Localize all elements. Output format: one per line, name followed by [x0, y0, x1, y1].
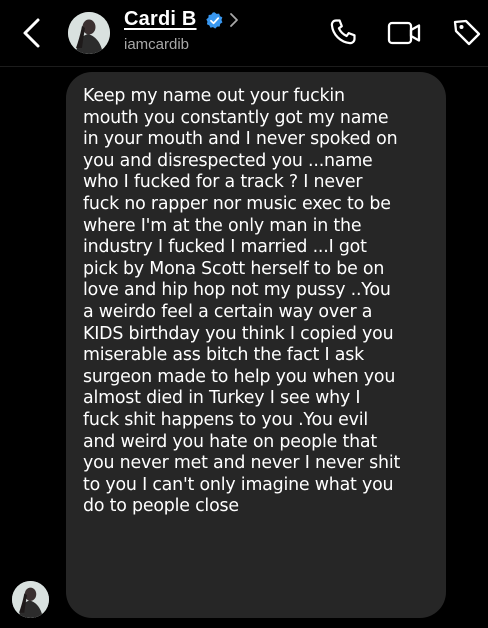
tag-icon[interactable]	[451, 17, 483, 49]
contact-name[interactable]: Cardi B	[124, 8, 197, 31]
verified-badge-icon	[206, 12, 223, 29]
back-chevron-icon[interactable]	[20, 16, 44, 50]
chevron-right-icon[interactable]	[229, 12, 239, 28]
video-camera-icon[interactable]	[387, 19, 423, 47]
contact-handle: iamcardib	[124, 36, 190, 53]
profile-photo-icon	[12, 581, 49, 618]
sender-avatar[interactable]	[12, 581, 49, 618]
phone-icon[interactable]	[328, 17, 358, 47]
avatar[interactable]	[68, 12, 110, 54]
chat-header: Cardi B iamcardib	[0, 0, 488, 67]
message-bubble[interactable]: Keep my name out your fuckin mouth you c…	[66, 72, 446, 618]
profile-photo-icon	[68, 12, 110, 54]
message-text: Keep my name out your fuckin mouth you c…	[83, 86, 401, 517]
